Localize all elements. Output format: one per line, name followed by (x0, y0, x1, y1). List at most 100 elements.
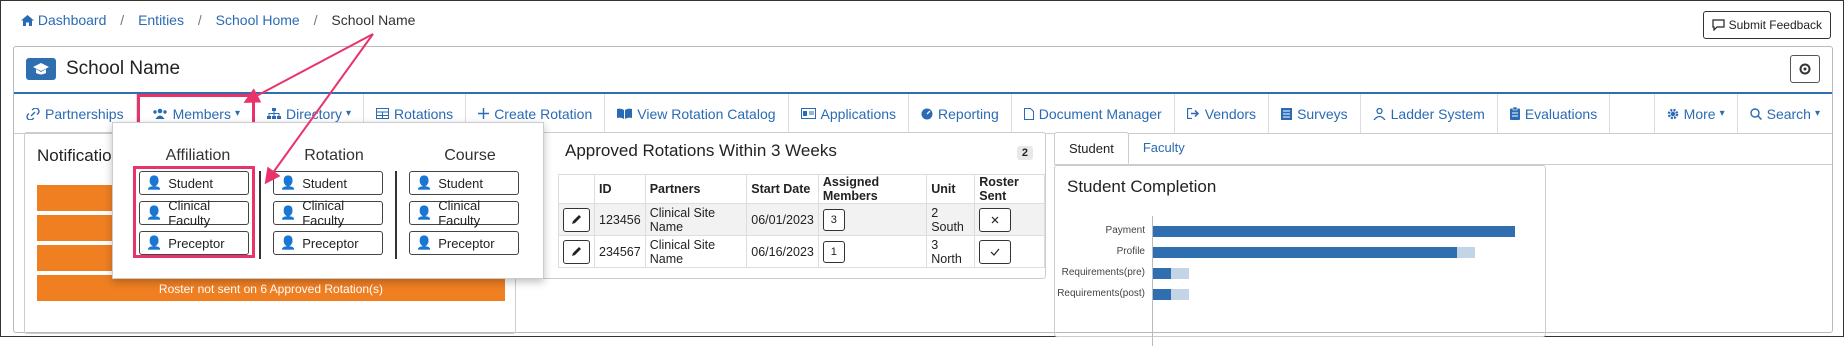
book-open-icon (617, 108, 633, 119)
breadcrumb: Dashboard / Entities / School Home / Sch… (21, 12, 415, 28)
student-icon: 👤 (416, 175, 433, 190)
table-cell: 1 (817, 235, 928, 268)
roster-not-sent-button[interactable] (979, 207, 1012, 232)
breadcrumb-dashboard[interactable]: Dashboard (21, 12, 110, 28)
chat-icon (1712, 19, 1725, 31)
nav-view-catalog-label: View Rotation Catalog (637, 105, 776, 122)
tab-student[interactable]: Student (1054, 132, 1129, 164)
nav-evaluations[interactable]: Evaluations (1498, 94, 1611, 133)
nav-applications-label: Applications (820, 105, 897, 122)
breadcrumb-dashboard-label: Dashboard (37, 12, 107, 28)
rotation-preceptor-button[interactable]: 👤 Preceptor (273, 231, 383, 255)
nav-rotations-label: Rotations (394, 105, 454, 122)
rotation-clinical-faculty-button[interactable]: 👤 Clinical Faculty (273, 198, 383, 228)
caret-down-icon: ▾ (1814, 108, 1820, 119)
title-row: School Name (26, 58, 180, 80)
breadcrumb-separator: / (120, 12, 125, 28)
course-clinical-faculty-button[interactable]: 👤 Clinical Faculty (409, 198, 519, 228)
faculty-icon: 👤 (280, 205, 297, 220)
breadcrumb-entities[interactable]: Entities (138, 12, 184, 28)
table-cell-id: 123456 (594, 203, 646, 236)
table-cell-start: 06/01/2023 (746, 203, 819, 236)
tab-faculty[interactable]: Faculty (1129, 132, 1199, 164)
rotation-student-button[interactable]: 👤 Student (273, 171, 383, 195)
table-header-assigned-members: Assigned Members (817, 174, 928, 204)
sitemap-icon (266, 107, 281, 119)
settings-button[interactable] (1790, 55, 1820, 83)
cog-icon (1667, 108, 1678, 119)
table-row: 234567 Clinical Site Name 06/16/2023 1 3… (558, 235, 1045, 268)
student-completion-card: Student Completion Payment Profile Require… (1054, 165, 1546, 346)
table-header-action (558, 174, 595, 204)
edit-button[interactable] (563, 239, 590, 264)
table-cell-id: 234567 (594, 235, 646, 268)
id-card-icon (800, 108, 816, 119)
dropdown-heading-rotation: Rotation (304, 147, 364, 164)
table-header-roster-sent: Roster Sent (974, 174, 1045, 204)
dropdown-divider (395, 171, 397, 259)
submit-feedback-button[interactable]: Submit Feedback (1702, 11, 1831, 39)
nav-applications[interactable]: Applications (789, 94, 910, 133)
table-cell: 3 (817, 203, 928, 236)
chart-bar-completed[interactable] (1153, 247, 1458, 258)
caret-down-icon: ▾ (1719, 108, 1725, 119)
notifications-title: Notification (37, 146, 122, 165)
course-student-button[interactable]: 👤 Student (409, 171, 519, 195)
course-preceptor-button[interactable]: 👤 Preceptor (409, 231, 519, 255)
plus-icon (478, 108, 490, 119)
course-student-label: Student (438, 175, 484, 191)
affiliation-highlight (133, 166, 255, 258)
chart-bar-completed[interactable] (1153, 226, 1515, 237)
screen-frame: Dashboard / Entities / School Home / Sch… (0, 0, 1844, 346)
chart-bar-completed[interactable] (1153, 289, 1172, 300)
chart-category-label: Requirements(pre) (1061, 267, 1145, 278)
nav-reporting[interactable]: Reporting (909, 94, 1012, 133)
assigned-members-button[interactable]: 3 (822, 208, 845, 231)
pencil-icon (572, 215, 581, 224)
table-header-row: ID Partners Start Date Assigned Members … (558, 174, 1045, 204)
chart-bar-completed[interactable] (1153, 268, 1172, 279)
edit-button[interactable] (563, 207, 590, 232)
nav-surveys-label: Surveys (1297, 105, 1348, 122)
rotation-count-badge: 2 (1016, 146, 1033, 160)
chart-bar-remaining[interactable] (1171, 289, 1190, 300)
caret-down-icon: ▾ (234, 108, 240, 119)
table-header-partners: Partners (644, 174, 748, 204)
caret-down-icon: ▾ (346, 108, 352, 119)
list-icon (1281, 107, 1293, 120)
table-cell (558, 203, 595, 236)
completion-panel: Student Faculty Student Completion Payme… (1054, 132, 1832, 346)
sign-out-icon (1186, 108, 1199, 119)
nav-more[interactable]: More ▾ (1653, 94, 1738, 133)
home-icon (21, 15, 34, 26)
chart-category-label: Requirements(post) (1057, 288, 1145, 299)
nav-ladder-system[interactable]: Ladder System (1361, 94, 1498, 133)
roster-sent-button[interactable] (979, 239, 1012, 264)
nav-vendors[interactable]: Vendors (1175, 94, 1270, 133)
nav-surveys[interactable]: Surveys (1269, 94, 1361, 133)
link-icon (26, 107, 40, 120)
school-card: School Name Partnerships Members ▾ Direc… (13, 46, 1833, 346)
nav-view-catalog[interactable]: View Rotation Catalog (605, 94, 789, 133)
nav-evaluations-label: Evaluations (1524, 105, 1598, 122)
breadcrumb-separator: / (313, 12, 318, 28)
nav-reporting-label: Reporting (938, 105, 999, 122)
nav-ladder-system-label: Ladder System (1390, 105, 1485, 122)
assigned-members-button[interactable]: 1 (822, 240, 845, 263)
chart-bar-remaining[interactable] (1171, 268, 1190, 279)
nav-partnerships-label: Partnerships (45, 105, 124, 122)
graduation-cap-icon (26, 58, 56, 80)
nav-document-manager[interactable]: Document Manager (1012, 94, 1175, 133)
breadcrumb-school-home[interactable]: School Home (216, 12, 300, 28)
nav-search[interactable]: Search ▾ (1738, 94, 1832, 133)
pencil-icon (572, 247, 581, 256)
table-header-unit: Unit (926, 174, 976, 204)
table-cell-partner: Clinical Site Name (644, 235, 748, 268)
file-icon (1023, 107, 1034, 120)
approved-rotations-card: Approved Rotations Within 3 Weeks 2 ID P… (542, 132, 1046, 279)
chart-category-label: Profile (1116, 246, 1145, 257)
chart-bar-remaining[interactable] (1457, 247, 1476, 258)
table-cell (974, 235, 1045, 268)
table-cell-partner: Clinical Site Name (644, 203, 748, 236)
